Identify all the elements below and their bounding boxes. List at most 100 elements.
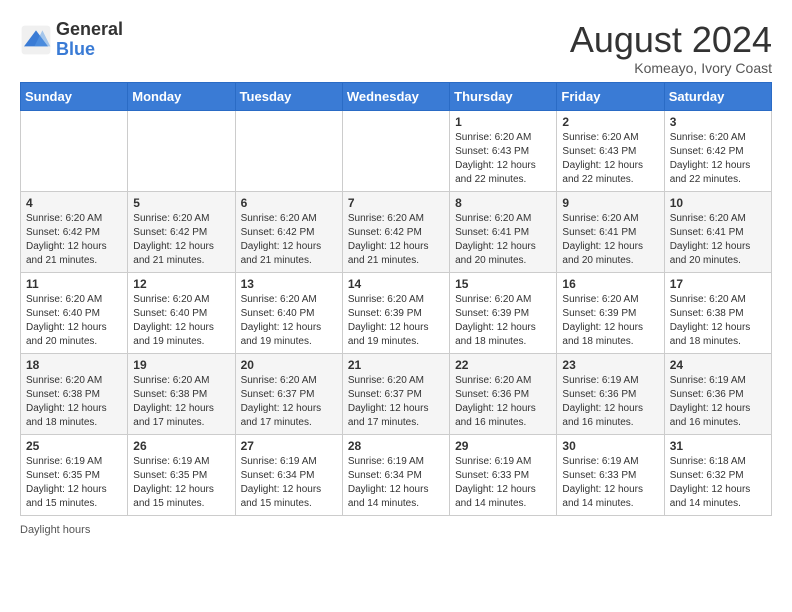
cell-1-0: 4 Sunrise: 6:20 AM Sunset: 6:42 PM Dayli…	[21, 191, 128, 272]
header-saturday: Saturday	[664, 82, 771, 110]
sunrise-text: Sunrise: 6:20 AM	[455, 212, 551, 226]
day-info: Sunrise: 6:19 AM Sunset: 6:33 PM Dayligh…	[455, 455, 551, 511]
cell-2-4: 15 Sunrise: 6:20 AM Sunset: 6:39 PM Dayl…	[450, 272, 557, 353]
daylight-text: Daylight: 12 hours and 22 minutes.	[670, 159, 766, 187]
cell-2-6: 17 Sunrise: 6:20 AM Sunset: 6:38 PM Dayl…	[664, 272, 771, 353]
day-info: Sunrise: 6:20 AM Sunset: 6:43 PM Dayligh…	[455, 131, 551, 187]
sunrise-text: Sunrise: 6:20 AM	[670, 212, 766, 226]
daylight-text: Daylight: 12 hours and 18 minutes.	[670, 321, 766, 349]
day-number: 12	[133, 277, 229, 291]
day-number: 1	[455, 115, 551, 129]
sunrise-text: Sunrise: 6:20 AM	[241, 293, 337, 307]
daylight-text: Daylight: 12 hours and 18 minutes.	[562, 321, 658, 349]
day-number: 31	[670, 439, 766, 453]
daylight-text: Daylight: 12 hours and 17 minutes.	[241, 402, 337, 430]
sunset-text: Sunset: 6:39 PM	[562, 307, 658, 321]
logo-general-text: General	[56, 20, 123, 40]
sunrise-text: Sunrise: 6:19 AM	[562, 455, 658, 469]
cell-1-5: 9 Sunrise: 6:20 AM Sunset: 6:41 PM Dayli…	[557, 191, 664, 272]
day-info: Sunrise: 6:20 AM Sunset: 6:41 PM Dayligh…	[562, 212, 658, 268]
sunset-text: Sunset: 6:33 PM	[455, 469, 551, 483]
day-info: Sunrise: 6:19 AM Sunset: 6:35 PM Dayligh…	[26, 455, 122, 511]
week-row-0: 1 Sunrise: 6:20 AM Sunset: 6:43 PM Dayli…	[21, 110, 772, 191]
day-number: 6	[241, 196, 337, 210]
sunset-text: Sunset: 6:37 PM	[348, 388, 444, 402]
cell-3-6: 24 Sunrise: 6:19 AM Sunset: 6:36 PM Dayl…	[664, 353, 771, 434]
cell-2-3: 14 Sunrise: 6:20 AM Sunset: 6:39 PM Dayl…	[342, 272, 449, 353]
daylight-text: Daylight: 12 hours and 20 minutes.	[670, 240, 766, 268]
sunset-text: Sunset: 6:40 PM	[241, 307, 337, 321]
day-number: 19	[133, 358, 229, 372]
logo-text: General Blue	[56, 20, 123, 60]
sunset-text: Sunset: 6:43 PM	[562, 145, 658, 159]
daylight-text: Daylight: 12 hours and 14 minutes.	[562, 483, 658, 511]
cell-0-5: 2 Sunrise: 6:20 AM Sunset: 6:43 PM Dayli…	[557, 110, 664, 191]
week-row-1: 4 Sunrise: 6:20 AM Sunset: 6:42 PM Dayli…	[21, 191, 772, 272]
daylight-text: Daylight: 12 hours and 16 minutes.	[670, 402, 766, 430]
sunrise-text: Sunrise: 6:19 AM	[348, 455, 444, 469]
sunrise-text: Sunrise: 6:20 AM	[562, 212, 658, 226]
day-number: 2	[562, 115, 658, 129]
daylight-text: Daylight: 12 hours and 15 minutes.	[241, 483, 337, 511]
day-number: 27	[241, 439, 337, 453]
cell-0-2	[235, 110, 342, 191]
daylight-text: Daylight: 12 hours and 20 minutes.	[562, 240, 658, 268]
daylight-text: Daylight: 12 hours and 21 minutes.	[133, 240, 229, 268]
location-title: Komeayo, Ivory Coast	[570, 60, 772, 76]
sunset-text: Sunset: 6:34 PM	[241, 469, 337, 483]
sunrise-text: Sunrise: 6:19 AM	[455, 455, 551, 469]
sunset-text: Sunset: 6:42 PM	[26, 226, 122, 240]
sunset-text: Sunset: 6:39 PM	[348, 307, 444, 321]
daylight-text: Daylight: 12 hours and 15 minutes.	[26, 483, 122, 511]
sunrise-text: Sunrise: 6:20 AM	[670, 293, 766, 307]
cell-0-1	[128, 110, 235, 191]
sunset-text: Sunset: 6:42 PM	[133, 226, 229, 240]
daylight-text: Daylight: 12 hours and 20 minutes.	[455, 240, 551, 268]
daylight-text: Daylight: 12 hours and 19 minutes.	[241, 321, 337, 349]
sunrise-text: Sunrise: 6:20 AM	[241, 212, 337, 226]
day-number: 21	[348, 358, 444, 372]
week-row-2: 11 Sunrise: 6:20 AM Sunset: 6:40 PM Dayl…	[21, 272, 772, 353]
cell-4-4: 29 Sunrise: 6:19 AM Sunset: 6:33 PM Dayl…	[450, 434, 557, 515]
daylight-text: Daylight: 12 hours and 21 minutes.	[26, 240, 122, 268]
header-monday: Monday	[128, 82, 235, 110]
day-info: Sunrise: 6:19 AM Sunset: 6:36 PM Dayligh…	[562, 374, 658, 430]
sunrise-text: Sunrise: 6:20 AM	[133, 212, 229, 226]
sunset-text: Sunset: 6:40 PM	[26, 307, 122, 321]
sunrise-text: Sunrise: 6:19 AM	[26, 455, 122, 469]
sunrise-text: Sunrise: 6:20 AM	[26, 374, 122, 388]
day-number: 5	[133, 196, 229, 210]
day-info: Sunrise: 6:20 AM Sunset: 6:36 PM Dayligh…	[455, 374, 551, 430]
header-wednesday: Wednesday	[342, 82, 449, 110]
month-title: August 2024	[570, 20, 772, 60]
daylight-note: Daylight hours	[20, 524, 90, 536]
cell-3-5: 23 Sunrise: 6:19 AM Sunset: 6:36 PM Dayl…	[557, 353, 664, 434]
cell-4-0: 25 Sunrise: 6:19 AM Sunset: 6:35 PM Dayl…	[21, 434, 128, 515]
sunset-text: Sunset: 6:32 PM	[670, 469, 766, 483]
day-number: 4	[26, 196, 122, 210]
daylight-text: Daylight: 12 hours and 17 minutes.	[133, 402, 229, 430]
daylight-text: Daylight: 12 hours and 22 minutes.	[562, 159, 658, 187]
day-number: 22	[455, 358, 551, 372]
day-info: Sunrise: 6:19 AM Sunset: 6:33 PM Dayligh…	[562, 455, 658, 511]
sunset-text: Sunset: 6:37 PM	[241, 388, 337, 402]
cell-4-5: 30 Sunrise: 6:19 AM Sunset: 6:33 PM Dayl…	[557, 434, 664, 515]
cell-3-4: 22 Sunrise: 6:20 AM Sunset: 6:36 PM Dayl…	[450, 353, 557, 434]
sunset-text: Sunset: 6:38 PM	[133, 388, 229, 402]
daylight-text: Daylight: 12 hours and 18 minutes.	[26, 402, 122, 430]
cell-4-6: 31 Sunrise: 6:18 AM Sunset: 6:32 PM Dayl…	[664, 434, 771, 515]
day-info: Sunrise: 6:20 AM Sunset: 6:39 PM Dayligh…	[455, 293, 551, 349]
cell-3-0: 18 Sunrise: 6:20 AM Sunset: 6:38 PM Dayl…	[21, 353, 128, 434]
day-number: 13	[241, 277, 337, 291]
day-info: Sunrise: 6:19 AM Sunset: 6:35 PM Dayligh…	[133, 455, 229, 511]
day-info: Sunrise: 6:20 AM Sunset: 6:40 PM Dayligh…	[241, 293, 337, 349]
day-number: 20	[241, 358, 337, 372]
week-row-4: 25 Sunrise: 6:19 AM Sunset: 6:35 PM Dayl…	[21, 434, 772, 515]
daylight-text: Daylight: 12 hours and 16 minutes.	[562, 402, 658, 430]
daylight-text: Daylight: 12 hours and 18 minutes.	[455, 321, 551, 349]
day-number: 30	[562, 439, 658, 453]
day-info: Sunrise: 6:19 AM Sunset: 6:34 PM Dayligh…	[348, 455, 444, 511]
sunrise-text: Sunrise: 6:20 AM	[26, 293, 122, 307]
week-row-3: 18 Sunrise: 6:20 AM Sunset: 6:38 PM Dayl…	[21, 353, 772, 434]
footer-note: Daylight hours	[10, 520, 782, 540]
